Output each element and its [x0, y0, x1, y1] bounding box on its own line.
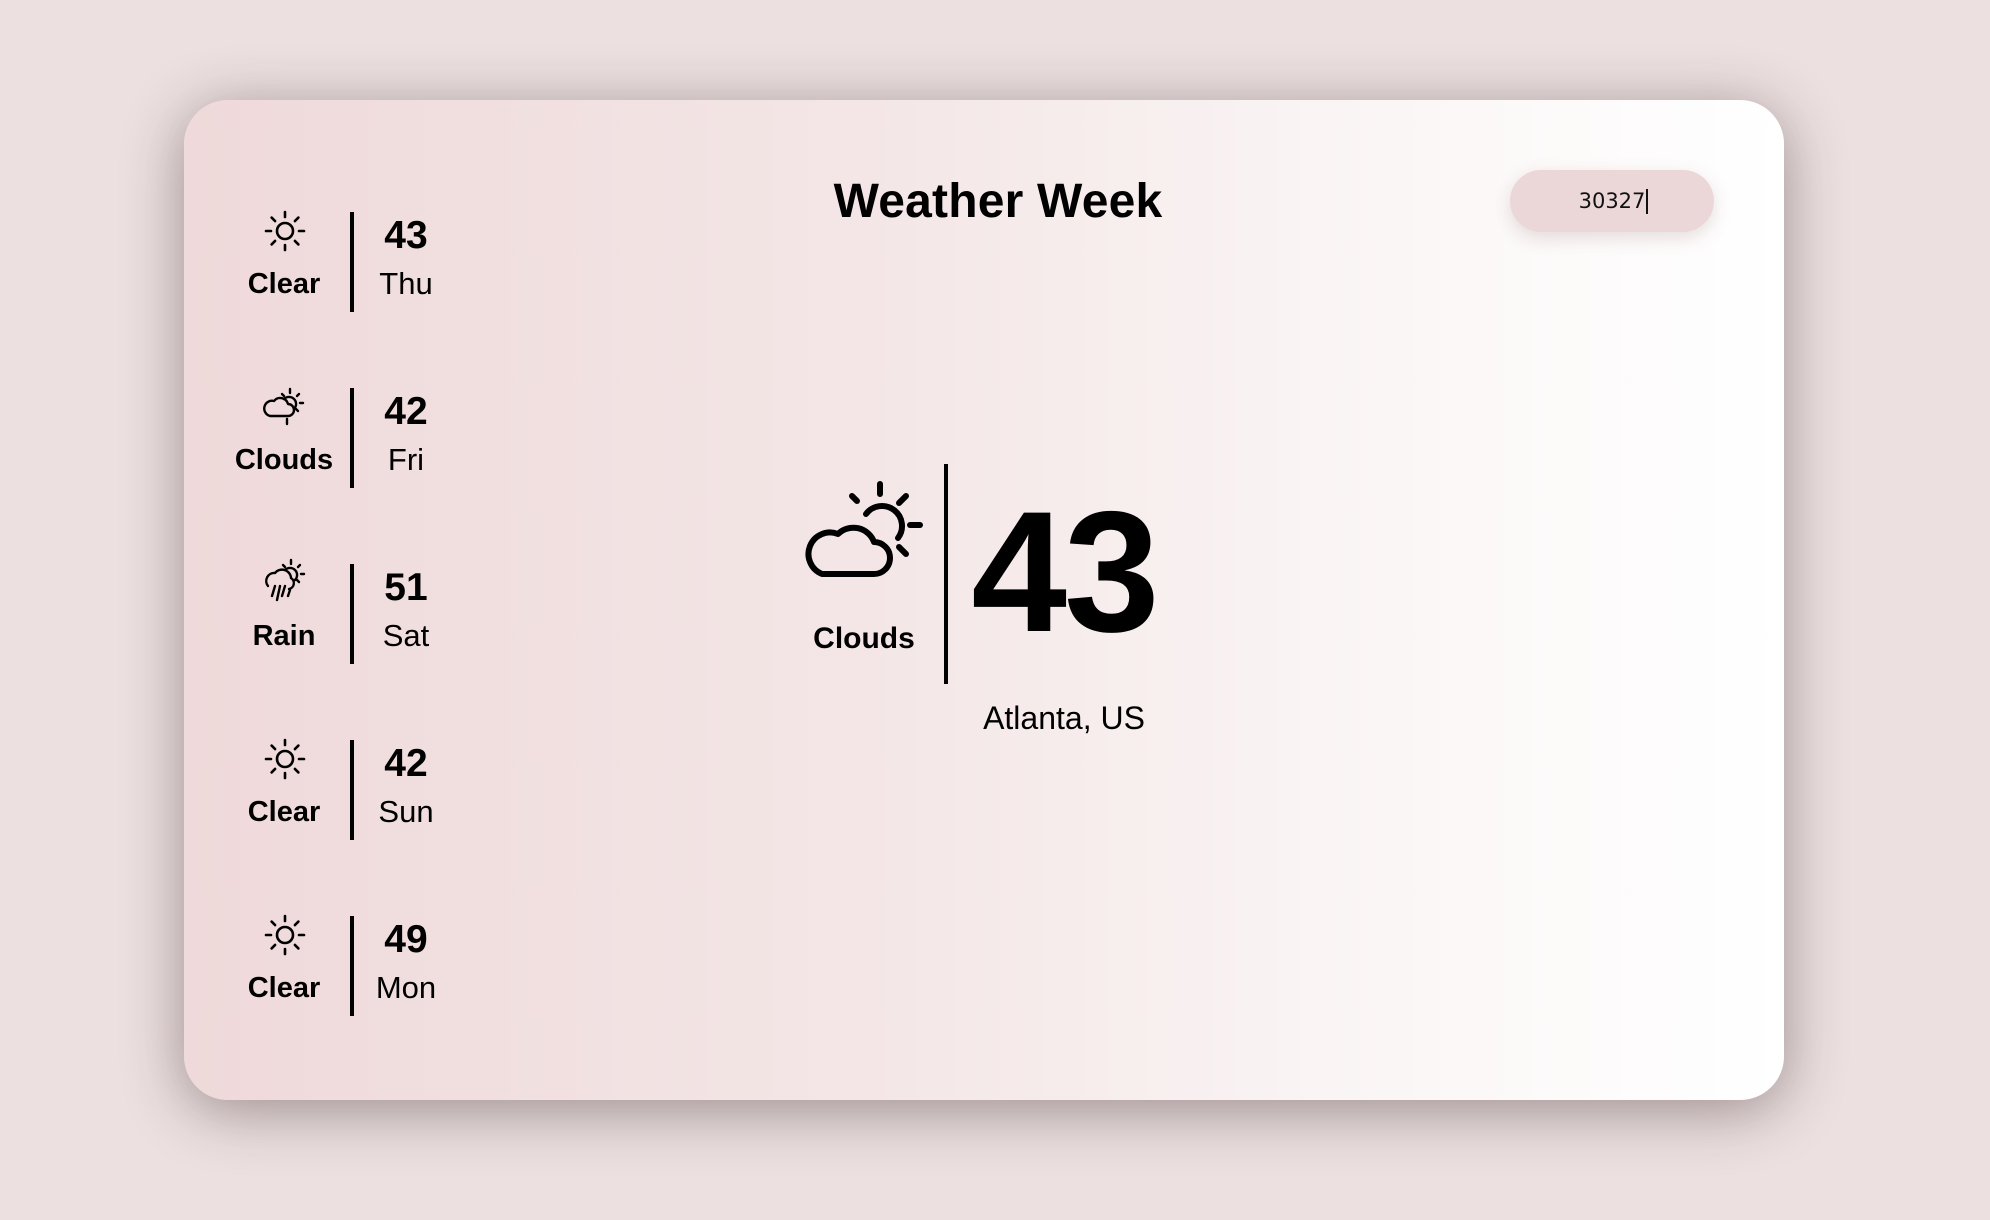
forecast-day-name: Mon — [375, 970, 437, 1005]
forecast-day-name: Thu — [379, 266, 433, 301]
forecast-day-sun: Clear 42 Sun — [204, 734, 604, 840]
forecast-day-thu: Clear 43 Thu — [204, 206, 604, 312]
forecast-day-mon: Clear 49 Mon — [204, 910, 604, 1016]
cloud-sun-icon — [805, 481, 923, 577]
forecast-divider — [350, 388, 354, 488]
forecast-day-name: Sat — [382, 618, 430, 653]
forecast-temperature: 49 — [384, 918, 428, 961]
sun-icon — [264, 210, 306, 252]
sun-icon — [264, 914, 306, 956]
forecast-temperature: 42 — [384, 390, 428, 433]
forecast-day-name: Fri — [387, 442, 425, 477]
forecast-condition: Clear — [247, 796, 321, 828]
forecast-condition: Clouds — [234, 444, 334, 476]
current-temperature: 43 — [971, 476, 1159, 668]
weather-card: Weather Week Clear 43 Th — [184, 100, 1784, 1100]
forecast-day-fri: Clouds 42 Fri — [204, 382, 604, 488]
forecast-day-sat: Rain 51 Sat — [204, 558, 604, 664]
forecast-divider — [350, 740, 354, 840]
current-location: Atlanta, US — [983, 700, 1145, 736]
text-caret — [1646, 189, 1648, 214]
sun-icon — [264, 738, 306, 780]
forecast-divider — [350, 564, 354, 664]
cloud-sun-icon — [263, 387, 305, 426]
forecast-temperature: 42 — [384, 742, 428, 785]
rain-sun-icon — [265, 558, 306, 602]
forecast-day-name: Sun — [378, 794, 434, 829]
forecast-condition: Clear — [247, 268, 321, 300]
zip-search-input[interactable] — [1510, 170, 1714, 232]
forecast-temperature: 51 — [384, 566, 428, 609]
current-divider — [944, 464, 948, 684]
forecast-condition: Rain — [252, 620, 316, 652]
current-condition: Clouds — [813, 622, 915, 655]
forecast-condition: Clear — [247, 972, 321, 1004]
forecast-divider — [350, 916, 354, 1016]
forecast-divider — [350, 212, 354, 312]
forecast-temperature: 43 — [384, 214, 428, 257]
